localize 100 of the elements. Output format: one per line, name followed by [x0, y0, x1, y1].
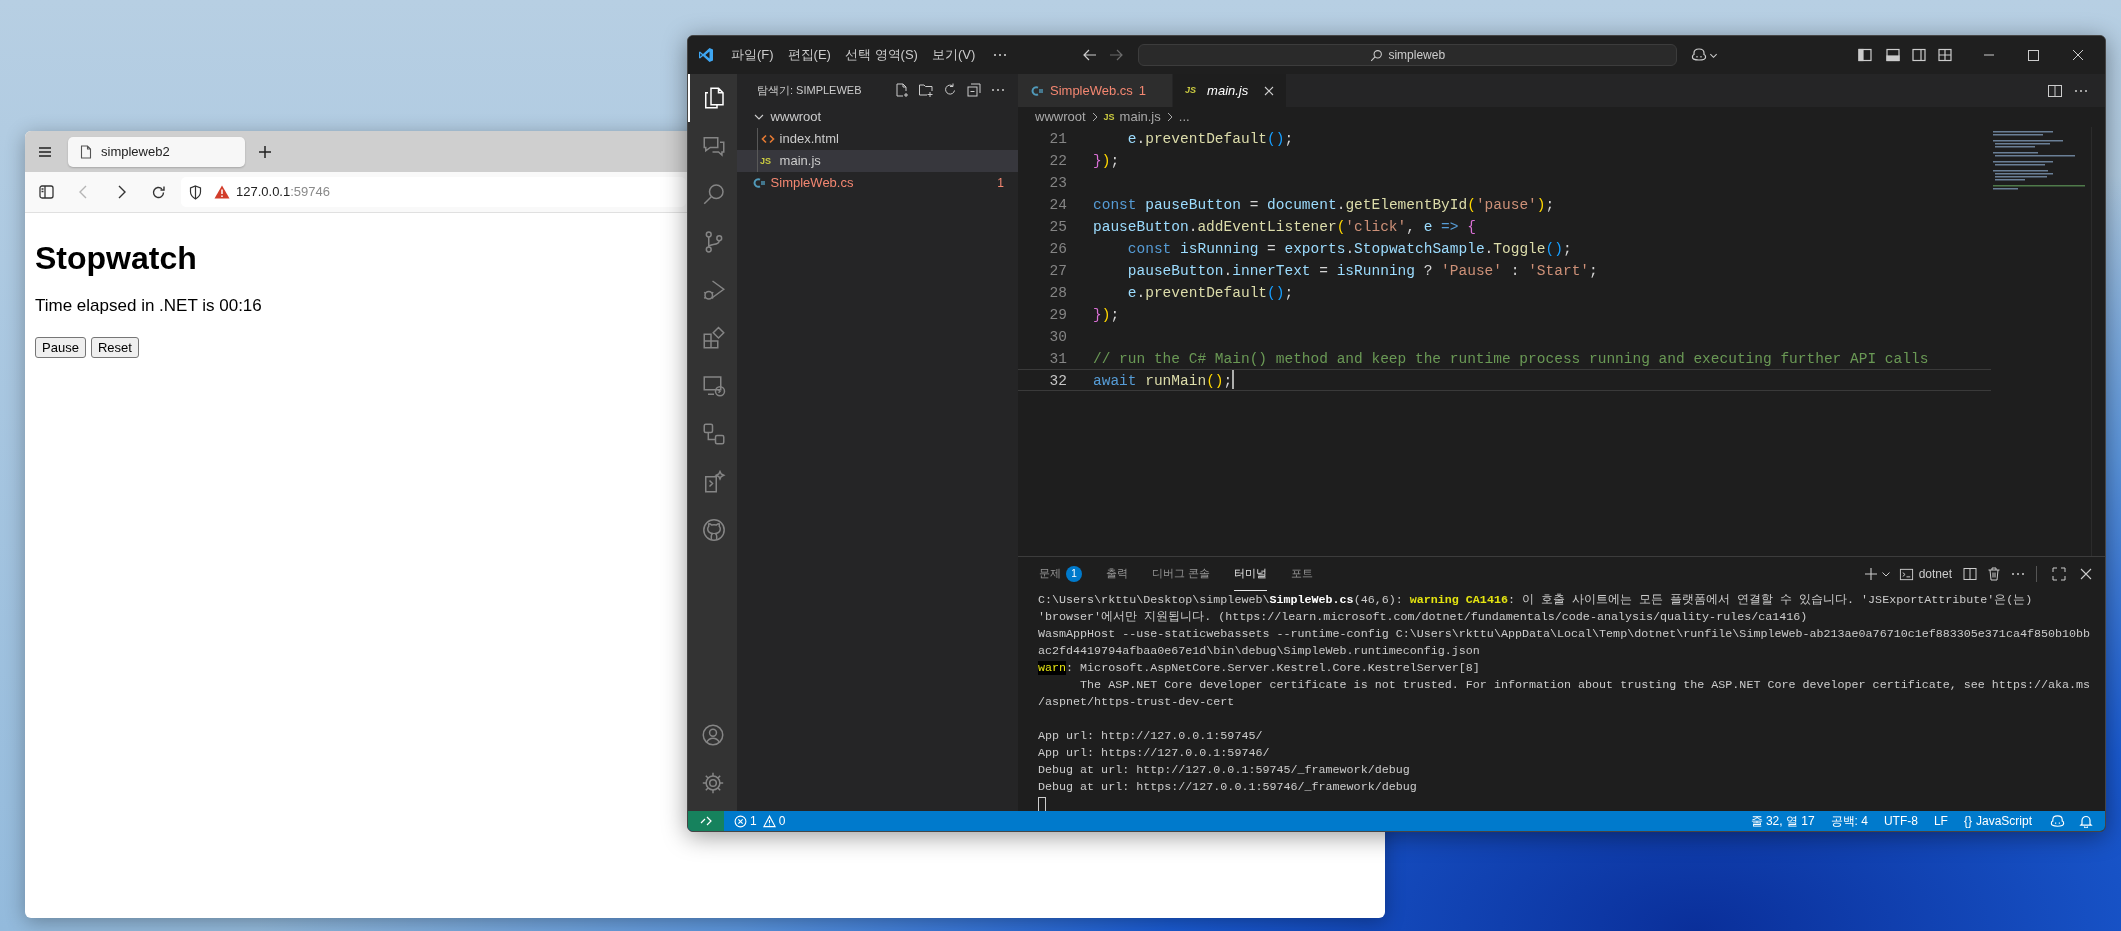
toggle-sidebar-icon[interactable]	[1857, 47, 1873, 63]
code-text: pauseButton.innerText = isRunning ? 'Pause' : 'Start';	[1126, 262, 1598, 280]
search-icon[interactable]	[701, 182, 726, 206]
settings-icon[interactable]	[700, 771, 725, 795]
copilot-icon[interactable]	[2050, 813, 2065, 829]
breadcrumb-item[interactable]: ...	[1178, 107, 1190, 127]
layout-grid-icon[interactable]	[1937, 47, 1953, 63]
remote-icon[interactable]	[699, 814, 713, 828]
menu-item[interactable]: 파일(F)	[724, 43, 781, 67]
line-number: 22	[1048, 152, 1067, 170]
code-text: e.preventDefault();	[1126, 284, 1294, 302]
page-heading: Stopwatch	[35, 239, 197, 278]
panel-tab[interactable]: 포트	[1291, 557, 1314, 591]
page-button[interactable]: Reset	[90, 337, 139, 358]
code-text: await runMain();	[1093, 372, 1233, 390]
language-status-item[interactable]: {} JavaScript	[1955, 811, 2040, 831]
trash-icon[interactable]	[1986, 566, 2002, 582]
toggle-panel-icon[interactable]	[1885, 47, 1901, 63]
panel-tab[interactable]: 터미널	[1234, 557, 1268, 591]
js-file-icon: JS	[760, 156, 776, 166]
tree-item[interactable]: SimpleWeb.cs 1	[737, 172, 1018, 194]
close-icon[interactable]	[2079, 567, 2093, 581]
terminal-icon	[1898, 566, 1914, 582]
split-terminal-icon[interactable]	[1962, 566, 1978, 582]
csharp-file-icon	[1030, 83, 1044, 98]
terminal-line: The ASP.NET Core developer certificate is not trusted. For information about trusting the ASP.NET Core developer certificate, see https://aka.ms	[1079, 677, 2092, 694]
status-item[interactable]: UTF-8	[1875, 811, 1926, 831]
error-icon	[734, 814, 747, 828]
terminal-line: C:\Users\rkttu\Desktop\simpleweb\SimpleWeb.cs(46,6): warning CA1416: 이 호출 사이트에는 모든 플랫폼에서 연결할 수 있습니다. 'JSExportAttribute'은(는)	[1038, 592, 2034, 609]
page-button[interactable]: Pause	[35, 337, 86, 358]
editor-tab[interactable]: SimpleWeb.cs 1	[1018, 74, 1174, 107]
tree-item[interactable]: wwwroot	[737, 106, 1018, 128]
problems-status-item[interactable]: 1 0	[732, 811, 788, 831]
line-number: 24	[1048, 196, 1067, 214]
code-text: });	[1093, 306, 1120, 324]
menu-item[interactable]: 보기(V)	[924, 43, 983, 67]
account-icon[interactable]	[700, 723, 725, 747]
maximize-panel-icon[interactable]	[2051, 566, 2067, 582]
new-folder-icon[interactable]	[918, 82, 934, 98]
editor-tab[interactable]: JS main.js	[1173, 74, 1288, 107]
connected-boxes-icon[interactable]	[701, 422, 726, 446]
browser-tab[interactable]: simpleweb2	[68, 136, 245, 167]
line-number: 31	[1048, 350, 1067, 368]
refresh-icon[interactable]	[942, 82, 958, 98]
maximize-icon[interactable]	[2028, 49, 2039, 61]
split-editor-icon[interactable]	[2047, 82, 2063, 99]
menu-item[interactable]: 편집(E)	[780, 43, 838, 67]
warning-icon[interactable]	[214, 185, 230, 199]
extensions-icon[interactable]	[701, 326, 726, 350]
tree-item[interactable]: index.html	[737, 128, 1018, 150]
reload-icon[interactable]	[151, 184, 166, 200]
url-text: 127.0.0.1:59746	[236, 183, 330, 202]
code-text: e.preventDefault();	[1126, 130, 1294, 148]
status-item[interactable]: LF	[1925, 811, 1956, 831]
breadcrumb-item[interactable]: main.js	[1119, 107, 1161, 127]
plus-icon[interactable]	[258, 144, 272, 159]
js-file-icon: JS	[1185, 86, 1202, 95]
line-number: 21	[1048, 130, 1067, 148]
code-text: const pauseButton = document.getElementById('pause');	[1093, 196, 1555, 214]
back-arrow-icon[interactable]	[1082, 47, 1099, 63]
shield-icon[interactable]	[189, 184, 202, 200]
terminal-line: 'browser'에서만 지원됩니다. (https://learn.microsoft.com/dotnet/fundamentals/code-analysis/quality-rules/ca1416)	[1038, 609, 1809, 626]
toggle-secondary-sidebar-icon[interactable]	[1911, 47, 1927, 63]
terminal-line: WasmAppHost --use-staticwebassets --runtime-config C:\Users\rkttu\AppData\Local\Temp\dotnet\runfile\SimpleWeb-ab213ae0a76710c1ef883305e371ca4f850b10bb	[1038, 626, 2092, 643]
status-item[interactable]: 줄 32, 열 17	[1742, 811, 1823, 831]
tab-label: main.js	[1207, 81, 1249, 100]
run-debug-icon[interactable]	[701, 278, 726, 302]
command-center-search[interactable]: simpleweb	[1138, 44, 1678, 66]
panel-tab[interactable]: 출력	[1106, 557, 1128, 591]
address-bar[interactable]: 127.0.0.1:59746	[181, 177, 686, 207]
terminal-line: App url: http://127.0.0.1:59745/	[1038, 728, 1264, 745]
editor-logo-icon	[698, 47, 714, 63]
caret-icon[interactable]	[1880, 569, 1891, 579]
cat-logo-icon[interactable]	[701, 518, 726, 542]
close-icon[interactable]	[2072, 49, 2084, 61]
panel-tab[interactable]: 문제 1	[1039, 557, 1082, 591]
sidebar-icon[interactable]	[39, 185, 54, 199]
new-file-icon[interactable]	[894, 82, 910, 98]
terminal-line: App url: https://127.0.0.1:59746/	[1038, 745, 1271, 762]
remote-monitor-icon[interactable]	[701, 374, 726, 398]
copilot-icon[interactable]	[1691, 47, 1708, 63]
line-number: 25	[1048, 218, 1067, 236]
csharp-file-icon	[752, 176, 766, 190]
line-number: 30	[1048, 328, 1067, 346]
terminal-line: Debug at url: http://127.0.0.1:59745/_framework/debug	[1038, 762, 1411, 779]
bell-icon[interactable]	[2079, 814, 2093, 828]
collapse-all-icon[interactable]	[966, 82, 982, 98]
tree-item[interactable]: JS main.js	[737, 150, 1018, 172]
status-item[interactable]: 공백: 4	[1822, 811, 1876, 831]
panel-tab[interactable]: 디버그 콘솔	[1152, 557, 1211, 591]
plus-icon[interactable]	[1862, 566, 1879, 582]
problem-count-badge: 1	[1066, 565, 1082, 582]
menu-item[interactable]: 선택 영역(S)	[837, 43, 925, 67]
line-number: 27	[1048, 262, 1067, 280]
terminal-line: Debug at url: https://127.0.0.1:59746/_framework/debug	[1038, 779, 1418, 796]
text-cursor	[1232, 370, 1235, 389]
elapsed-time-text: Time elapsed in .NET is 00:16	[35, 295, 262, 317]
chat-icon[interactable]	[701, 134, 726, 158]
terminal-selector[interactable]: dotnet	[1898, 565, 1952, 583]
breadcrumb-item[interactable]: wwwroot	[1035, 107, 1086, 127]
